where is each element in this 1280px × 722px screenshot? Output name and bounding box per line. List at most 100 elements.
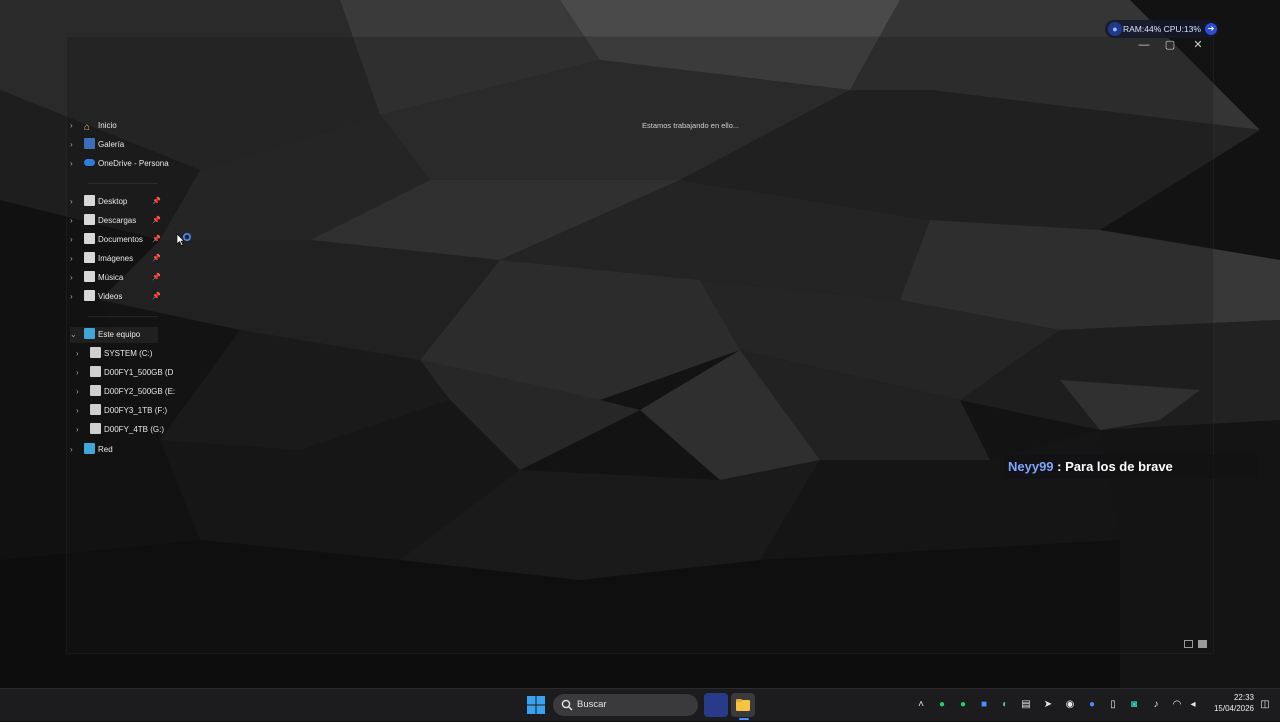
minimize-button[interactable]: — [1130,38,1158,52]
sidebar-item-red[interactable]: › Red [70,442,113,458]
tiles-view-icon[interactable] [1198,640,1207,648]
chevron-right-icon[interactable]: › [70,289,80,305]
folder-icon [84,195,95,206]
home-icon: ⌂ [84,122,91,133]
sidebar-item-label: D00FY2_500GB (E: [104,387,176,396]
keyboard-icon[interactable]: ▤ [1019,698,1033,712]
sidebar-item-label: D00FY3_1TB (F:) [104,406,168,415]
search-label: Buscar [577,699,607,710]
drive-icon [90,385,101,396]
taskbar-app-icon[interactable] [704,693,728,717]
chat-username: Neyy99 [1008,459,1054,474]
close-button[interactable]: ✕ [1184,38,1212,52]
folder-icon [84,271,95,282]
windows-start-icon[interactable] [527,696,545,714]
sidebar-item-label: Inicio [98,121,117,130]
chevron-right-icon[interactable]: › [76,422,86,438]
sidebar-item-onedrive[interactable]: › OneDrive - Persona [70,156,169,172]
microphone-icon[interactable]: ♪ [1149,698,1163,712]
telegram-icon[interactable]: ➤ [1041,698,1055,712]
sidebar-item-drive-d[interactable]: › D00FY1_500GB (D [76,365,173,381]
folder-icon [736,699,750,711]
folder-icon [84,252,95,263]
pin-icon[interactable]: 📌 [152,213,161,229]
sidebar-item-descargas[interactable]: › Descargas 📌 [70,213,161,229]
notification-icon[interactable]: ◫ [1258,698,1272,712]
chevron-right-icon[interactable]: › [70,194,80,210]
details-view-icon[interactable] [1184,640,1193,648]
taskbar-search[interactable]: Buscar [553,694,698,716]
chevron-right-icon[interactable]: › [70,137,80,153]
sidebar-item-este-equipo[interactable]: ⌄ Este equipo [70,327,158,343]
sidebar-item-musica[interactable]: › Música 📌 [70,270,161,286]
chevron-right-icon[interactable]: › [70,156,80,172]
chevron-up-icon[interactable]: ˄ [914,698,928,712]
busy-cursor-icon [176,233,191,246]
sidebar-item-desktop[interactable]: › Desktop 📌 [70,194,161,210]
pin-icon[interactable]: 📌 [152,194,161,210]
file-explorer-window [66,36,1214,654]
sidebar-item-label: OneDrive - Persona [98,159,169,168]
app-icon[interactable]: ◙ [1127,698,1141,712]
computer-icon [84,328,95,339]
chevron-right-icon[interactable]: › [76,346,86,362]
chevron-right-icon[interactable]: › [70,270,80,286]
taskbar-clock[interactable]: 22:33 15/04/2026 [1206,692,1254,714]
pin-icon[interactable]: 📌 [152,251,161,267]
taskbar: Buscar ˄ ● ● ■ ◐ ▤ ➤ ◉ ● ▯ ◙ ♪ ◠ ◂ 22:33… [0,688,1280,721]
edge-icon[interactable]: ◐ [998,698,1012,712]
sidebar-divider [88,316,158,317]
app-icon[interactable]: ■ [977,698,991,712]
chevron-right-icon[interactable]: › [70,232,80,248]
taskbar-app-file-explorer[interactable] [731,693,755,717]
spotify-icon[interactable]: ● [956,698,970,712]
sidebar-item-documentos[interactable]: › Documentos 📌 [70,232,161,248]
folder-icon [84,214,95,225]
sidebar-item-label: Red [98,445,113,454]
maximize-button[interactable]: ▢ [1156,38,1184,52]
phone-icon[interactable]: ▯ [1106,698,1120,712]
chat-separator: : [1053,459,1066,474]
discord-icon[interactable]: ◉ [1063,698,1077,712]
gallery-icon [84,138,95,149]
pin-icon[interactable]: 📌 [152,289,161,305]
wifi-icon[interactable]: ◠ [1170,698,1184,712]
sidebar-item-label: Este equipo [98,330,141,339]
pin-icon[interactable]: 📌 [152,270,161,286]
chevron-right-icon[interactable]: › [70,251,80,267]
chevron-right-icon[interactable]: › [70,118,80,134]
sidebar-item-label: D00FY_4TB (G:) [104,425,165,434]
arrow-right-icon[interactable]: ➜ [1204,23,1217,35]
drive-icon [90,366,101,377]
sidebar-item-videos[interactable]: › Videos 📌 [70,289,161,305]
sidebar-item-label: Galería [98,140,125,149]
chevron-right-icon[interactable]: › [76,384,86,400]
sidebar-item-drive-f[interactable]: › D00FY3_1TB (F:) [76,403,167,419]
sidebar-item-label: Imágenes [98,254,134,263]
sidebar-item-drive-e[interactable]: › D00FY2_500GB (E: [76,384,175,400]
performance-widget[interactable]: ● RAM:44% CPU:13% ➜ [1105,20,1219,38]
sidebar-item-inicio[interactable]: › ⌂ Inicio [70,118,117,134]
chevron-right-icon[interactable]: › [70,442,80,458]
chevron-down-icon[interactable]: ⌄ [70,327,80,343]
sidebar-item-label: Videos [98,292,123,301]
drive-icon [90,347,101,358]
chat-message-text: Para los de brave [1065,459,1173,474]
sidebar-item-drive-c[interactable]: › SYSTEM (C:) [76,346,152,362]
chevron-right-icon[interactable]: › [70,213,80,229]
sidebar-item-drive-g[interactable]: › D00FY_4TB (G:) [76,422,164,438]
volume-icon[interactable]: ◂ [1186,698,1200,712]
folder-icon [84,290,95,301]
sidebar-divider [88,183,158,184]
whatsapp-icon[interactable]: ● [935,698,949,712]
sidebar-item-galeria[interactable]: › Galería [70,137,124,153]
sidebar-item-label: SYSTEM (C:) [104,349,153,358]
sidebar-item-label: Descargas [98,216,137,225]
pin-icon[interactable]: 📌 [152,232,161,248]
chevron-right-icon[interactable]: › [76,403,86,419]
steam-icon[interactable]: ● [1085,698,1099,712]
sidebar-item-imagenes[interactable]: › Imágenes 📌 [70,251,161,267]
sidebar-item-label: Desktop [98,197,128,206]
chevron-right-icon[interactable]: › [76,365,86,381]
folder-icon [84,233,95,244]
